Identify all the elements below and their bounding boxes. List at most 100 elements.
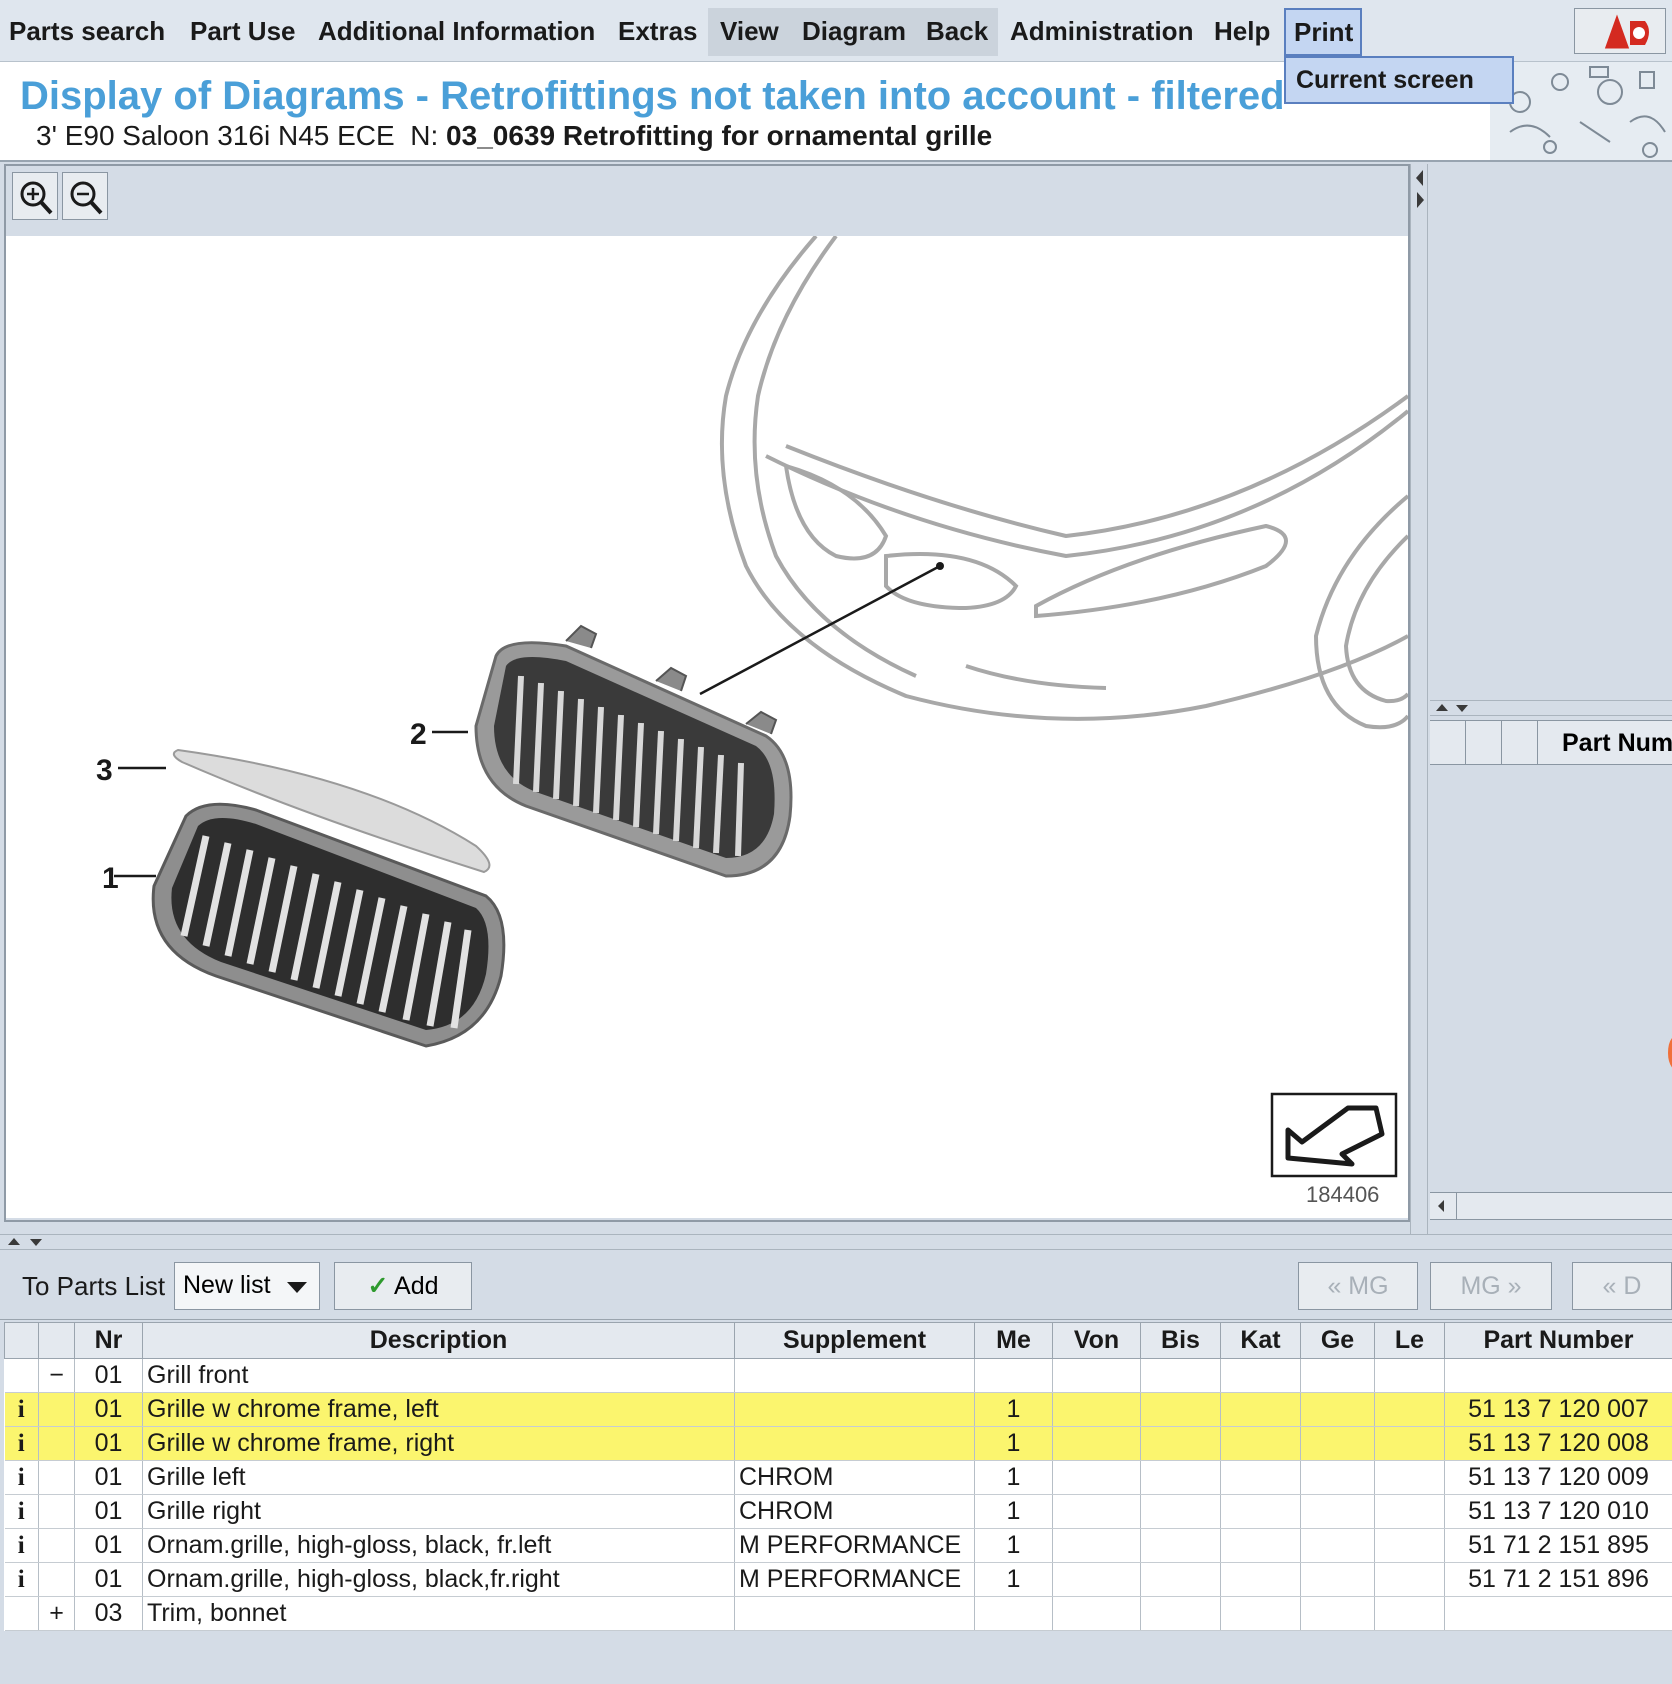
zoom-out-button[interactable] [62, 172, 108, 220]
cell-ge [1300, 1528, 1375, 1563]
pdf-export-button[interactable] [1574, 8, 1666, 54]
vehicle-subtitle: 3' E90 Saloon 316i N45 ECE N: 03_0639 Re… [36, 120, 992, 152]
add-button[interactable]: ✓ Add [334, 1262, 472, 1310]
table-row[interactable]: i 01 Grille right CHROM 1 51 13 7 120 010 [4, 1494, 1672, 1529]
cell-description: Grille w chrome frame, left [142, 1392, 735, 1427]
right-panel-scrollbar[interactable] [1430, 1192, 1672, 1220]
col-nr[interactable]: Nr [74, 1322, 143, 1359]
scroll-left-icon [1438, 1200, 1444, 1212]
col-supplement[interactable]: Supplement [734, 1322, 975, 1359]
cell-bis [1140, 1358, 1221, 1393]
horizontal-splitter[interactable] [0, 1234, 1672, 1250]
collapse-icon[interactable]: − [38, 1358, 75, 1393]
table-row[interactable]: i 01 Grille w chrome frame, left 1 51 13 7 1… [4, 1392, 1672, 1427]
diagram-image-number: 184406 [1306, 1182, 1379, 1207]
vertical-splitter[interactable] [1410, 164, 1428, 1234]
right-panel-divider[interactable] [1430, 700, 1672, 716]
menu-additional-information[interactable]: Additional Information [310, 10, 603, 52]
next-main-group-button[interactable]: MG » [1430, 1262, 1552, 1310]
cell-me: 1 [974, 1426, 1053, 1461]
table-row[interactable]: +03 Trim, bonnet [4, 1596, 1672, 1631]
right-table-part-number-header[interactable]: Part Num [1562, 721, 1672, 765]
col-me[interactable]: Me [974, 1322, 1053, 1359]
menu-extras[interactable]: Extras [610, 10, 706, 52]
diagram-canvas[interactable]: 1 2 3 184406 [6, 234, 1410, 1218]
menu-parts-search[interactable]: Parts search [1, 10, 173, 52]
info-icon[interactable]: i [4, 1460, 39, 1495]
cell-nr: 01 [74, 1562, 143, 1597]
prev-main-group-button[interactable]: « MG [1298, 1262, 1418, 1310]
expand-icon[interactable]: + [38, 1596, 75, 1631]
info-icon [4, 1596, 39, 1631]
cell-part-number: 51 13 7 120 008 [1444, 1426, 1672, 1461]
cell-nr: 01 [74, 1426, 143, 1461]
cell-description: Ornam.grille, high-gloss, black, fr.left [142, 1528, 735, 1563]
cell-von [1052, 1358, 1141, 1393]
collapse-icon [38, 1494, 75, 1529]
menu-help[interactable]: Help [1206, 10, 1278, 52]
menu-bar: Parts search Part Use Additional Informa… [0, 0, 1672, 62]
splitter-h-arrows-icon [8, 1238, 42, 1246]
cell-ge [1300, 1426, 1375, 1461]
col-le[interactable]: Le [1374, 1322, 1445, 1359]
cell-part-number [1444, 1596, 1672, 1631]
col-bis[interactable]: Bis [1140, 1322, 1221, 1359]
table-row[interactable]: i 01 Grille w chrome frame, right 1 51 13 7 … [4, 1426, 1672, 1461]
cell-le [1374, 1460, 1445, 1495]
col-von[interactable]: Von [1052, 1322, 1141, 1359]
cell-nr: 01 [74, 1358, 143, 1393]
menu-back[interactable]: Back [918, 10, 996, 52]
info-icon[interactable]: i [4, 1494, 39, 1529]
print-dropdown-current-screen[interactable]: Current screen [1284, 56, 1514, 104]
prev-diagram-button[interactable]: « D [1572, 1262, 1672, 1310]
menu-part-use[interactable]: Part Use [182, 10, 304, 52]
cell-bis [1140, 1528, 1221, 1563]
page-title: Display of Diagrams - Retrofittings not … [20, 74, 1285, 118]
zoom-in-button[interactable] [12, 172, 58, 220]
info-icon[interactable]: i [4, 1528, 39, 1563]
cell-supplement [734, 1596, 975, 1631]
cell-supplement: CHROM [734, 1460, 975, 1495]
cell-ge [1300, 1562, 1375, 1597]
cell-kat [1220, 1392, 1301, 1427]
parts-list-select-value: New list [183, 1271, 271, 1299]
col-ge[interactable]: Ge [1300, 1322, 1375, 1359]
cell-description: Grille right [142, 1494, 735, 1529]
table-header-row: Nr Description Supplement Me Von Bis Kat… [4, 1322, 1672, 1359]
cell-part-number: 51 13 7 120 009 [1444, 1460, 1672, 1495]
table-row[interactable]: −01 Grill front [4, 1358, 1672, 1393]
collapse-icon [38, 1392, 75, 1427]
collapse-icon [38, 1528, 75, 1563]
checkmark-icon: ✓ [367, 1272, 389, 1300]
menu-view[interactable]: View [712, 10, 787, 52]
parts-list-select[interactable]: New list [174, 1262, 320, 1310]
cell-part-number: 51 13 7 120 010 [1444, 1494, 1672, 1529]
cell-supplement: CHROM [734, 1494, 975, 1529]
info-icon[interactable]: i [4, 1392, 39, 1427]
info-icon[interactable]: i [4, 1426, 39, 1461]
table-row[interactable]: i 01 Grille left CHROM 1 51 13 7 120 009 [4, 1460, 1672, 1495]
cell-me [974, 1358, 1053, 1393]
right-table-header: Part Num [1430, 721, 1672, 765]
cell-nr: 01 [74, 1392, 143, 1427]
table-row[interactable]: i 01 Ornam.grille, high-gloss, black,fr.ri… [4, 1562, 1672, 1597]
info-icon [4, 1358, 39, 1393]
leader-line-2 [699, 564, 941, 696]
callout-1: 1 [102, 862, 119, 895]
orange-tab-icon[interactable] [1654, 1027, 1672, 1087]
menu-diagram[interactable]: Diagram [794, 10, 914, 52]
cell-kat [1220, 1528, 1301, 1563]
callout-2: 2 [410, 718, 427, 751]
col-description[interactable]: Description [142, 1322, 735, 1359]
cell-von [1052, 1596, 1141, 1631]
group-label: 03_0639 Retrofitting for ornamental gril… [446, 120, 993, 151]
cell-le [1374, 1494, 1445, 1529]
col-part-number[interactable]: Part Number [1444, 1322, 1672, 1359]
info-icon[interactable]: i [4, 1562, 39, 1597]
menu-administration[interactable]: Administration [1002, 10, 1201, 52]
col-kat[interactable]: Kat [1220, 1322, 1301, 1359]
cell-kat [1220, 1426, 1301, 1461]
table-row[interactable]: i 01 Ornam.grille, high-gloss, black, fr.l… [4, 1528, 1672, 1563]
menu-print[interactable]: Print [1284, 8, 1362, 56]
cell-von [1052, 1460, 1141, 1495]
